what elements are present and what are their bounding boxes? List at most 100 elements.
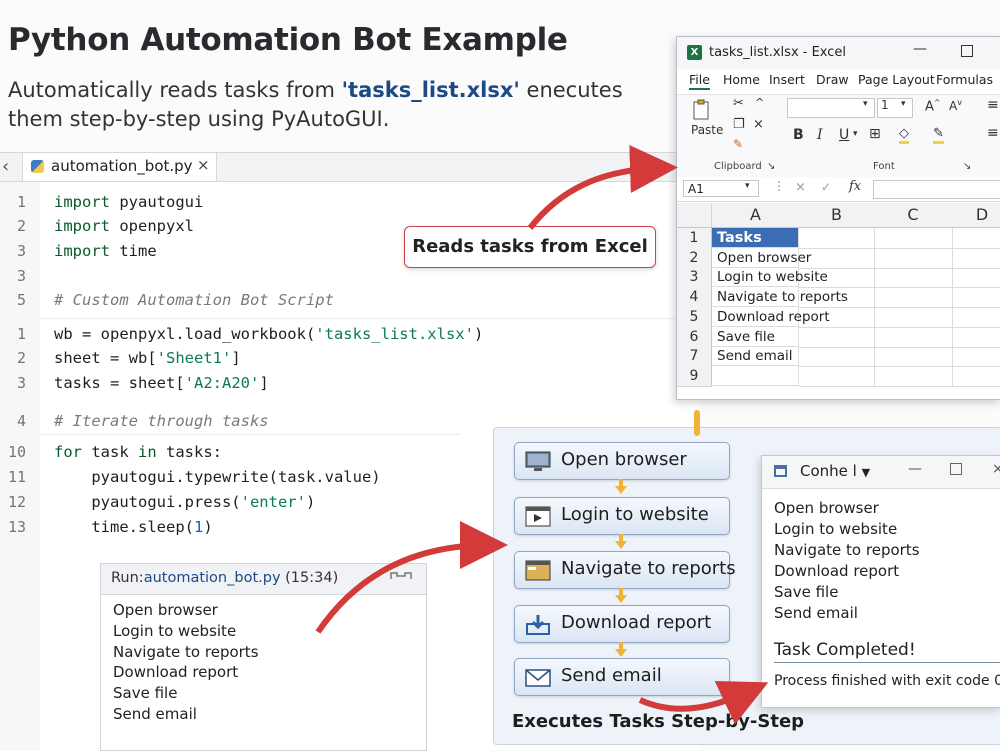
row-header[interactable]: 6 [677,326,712,348]
chevron-down-icon[interactable]: ▾ [863,99,868,109]
menu-item-page-layout[interactable]: Page Layout [858,72,935,87]
code-line[interactable]: time.sleep(1) [54,518,212,536]
launcher-icon[interactable]: ↘ [767,161,775,172]
maximize-icon[interactable] [950,463,962,475]
code-line[interactable]: # Iterate through tasks [54,412,269,430]
select-all-corner[interactable] [677,203,712,228]
run-file[interactable]: automation_bot.py [144,570,281,586]
minimize-icon[interactable]: — [908,461,922,477]
empty-cell[interactable] [799,287,875,309]
column-header-d[interactable]: D [952,203,1000,228]
column-header-c[interactable]: C [874,203,953,228]
code-line[interactable]: import openpyxl [54,217,194,235]
empty-cell[interactable] [799,326,875,348]
task-cell[interactable]: Save file [712,326,799,347]
close-icon[interactable]: × [992,461,1000,477]
empty-cell[interactable] [952,366,1000,387]
close-icon[interactable]: × [197,156,210,174]
empty-cell[interactable] [874,326,953,348]
task-cell[interactable]: Open browser [712,247,811,268]
column-header-b[interactable]: B [799,203,875,228]
empty-cell[interactable] [952,307,1000,328]
empty-cell[interactable] [952,327,1000,348]
menu-item-formulas[interactable]: Formulas [936,72,993,87]
code-line[interactable]: for task in tasks: [54,443,222,461]
empty-cell[interactable] [799,267,875,289]
shrink-font-icon[interactable]: Av [949,98,962,113]
launcher-icon[interactable]: ↘ [963,161,971,172]
flow-step-login-to-website[interactable]: Login to website [514,497,730,535]
grow-font-icon[interactable]: A^ [925,98,941,114]
chevron-down-icon[interactable]: ▾ [901,99,906,109]
enter-icon[interactable]: ✓ [821,180,831,194]
copy-icon[interactable]: ❐ [733,117,745,132]
column-header-a[interactable]: A [712,203,800,228]
underline-button[interactable]: U [839,127,849,143]
more-icon[interactable]: ⋮ [773,179,785,193]
empty-cell[interactable] [799,346,875,368]
flow-step-navigate-to-reports[interactable]: Navigate to reports [514,551,736,589]
row-header[interactable]: 3 [677,267,712,289]
empty-cell[interactable] [952,248,1000,269]
row-header[interactable]: 4 [677,287,712,309]
empty-cell[interactable] [952,346,1000,368]
code-line[interactable]: # Custom Automation Bot Script [54,291,334,309]
function-icon[interactable]: fx [849,179,861,194]
task-cell[interactable]: Send email [712,346,799,367]
empty-cell[interactable] [799,228,875,249]
empty-cell[interactable] [952,228,1000,249]
task-cell[interactable]: Login to website [712,267,828,288]
flow-step-download-report[interactable]: Download report [514,605,730,643]
chevron-down-icon[interactable]: ▼ [862,466,870,479]
row-header[interactable]: 9 [677,365,712,387]
empty-cell[interactable] [874,228,953,249]
align-icon[interactable]: ≡ [987,125,999,141]
tasks-header-cell[interactable]: Tasks [712,228,799,248]
cut-icon[interactable]: ✂ [733,96,744,111]
panel-toggle-icon[interactable] [389,569,413,587]
row-header[interactable]: 7 [677,346,712,368]
task-cell[interactable]: Navigate to reports [712,287,848,308]
font-name-select[interactable] [787,98,875,118]
empty-cell[interactable] [874,287,953,309]
empty-cell[interactable] [799,247,875,269]
console-title[interactable]: Conhe l ▼ [800,462,870,480]
back-chevron-icon[interactable]: ‹ [2,156,9,177]
empty-cell[interactable] [799,365,875,387]
empty-cell[interactable] [874,346,953,368]
menu-item-insert[interactable]: Insert [769,72,805,87]
empty-cell[interactable] [874,267,953,289]
italic-button[interactable]: I [817,127,823,143]
paste-label[interactable]: Paste [691,123,723,137]
code-line[interactable]: import pyautogui [54,193,203,211]
row-header[interactable]: 1 [677,228,712,249]
fill-color-icon[interactable]: ◇ [899,126,909,144]
minimize-icon[interactable]: — [913,41,927,57]
borders-icon[interactable]: ⊞ [869,126,881,142]
code-line[interactable]: wb = openpyxl.load_workbook('tasks_list.… [54,325,483,343]
close-x-icon[interactable]: × [753,117,764,132]
format-painter-icon[interactable]: ✎ [733,137,743,151]
task-cell[interactable]: Download report [712,306,830,327]
empty-cell[interactable] [952,287,1000,309]
paste-icon[interactable] [691,99,713,125]
code-line[interactable]: sheet = wb['Sheet1'] [54,349,241,367]
chevron-down-icon[interactable]: ▾ [853,129,858,139]
empty-cell[interactable] [874,247,953,269]
formula-input[interactable] [873,180,1000,199]
chevron-down-icon[interactable]: ▾ [745,181,750,191]
align-icon[interactable]: ≡ [987,97,999,113]
empty-cell[interactable] [952,267,1000,289]
flow-step-send-email[interactable]: Send email [514,658,730,696]
row-header[interactable]: 5 [677,306,712,328]
code-line[interactable]: pyautogui.typewrite(task.value) [54,468,380,486]
menu-item-draw[interactable]: Draw [816,72,849,87]
empty-cell[interactable] [799,306,875,328]
maximize-icon[interactable] [961,45,973,57]
editor-tab[interactable]: automation_bot.py × [22,153,217,181]
code-line[interactable]: import time [54,242,157,260]
font-color-icon[interactable]: ✎ [933,126,944,144]
task-cell[interactable] [712,365,799,386]
code-line[interactable]: tasks = sheet['A2:A20'] [54,374,269,392]
bold-button[interactable]: B [793,127,804,143]
